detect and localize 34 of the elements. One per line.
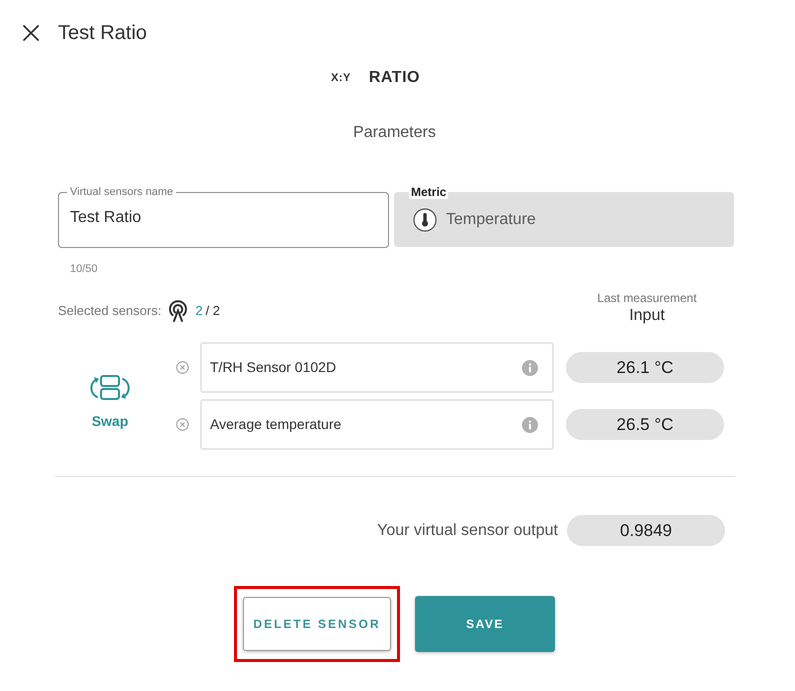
info-icon[interactable]	[522, 360, 538, 376]
field-label: Virtual sensors name	[69, 185, 174, 199]
field-label: Metric	[409, 185, 448, 199]
total-count: / 2	[206, 302, 220, 320]
column-title: Input	[629, 306, 665, 326]
sensor-type-label: RATIO	[368, 68, 420, 88]
sensor-name: Average temperature	[210, 415, 342, 434]
close-icon[interactable]	[23, 25, 39, 41]
ratio-icon: X:Y	[331, 70, 351, 86]
delete-button[interactable]: DELETE SENSOR	[243, 597, 391, 651]
name-input-field[interactable]: Virtual sensors name Test Ratio	[58, 185, 389, 248]
field-value: Temperature	[446, 210, 536, 230]
info-icon[interactable]	[522, 416, 538, 432]
dialog-title: Test Ratio	[58, 21, 147, 46]
remove-icon[interactable]	[176, 418, 189, 431]
value-pill: 26.1 °C	[566, 352, 724, 383]
thermometer-icon	[413, 208, 437, 232]
output-label: Your virtual sensor output	[377, 520, 558, 540]
swap-label[interactable]: Swap	[92, 411, 128, 432]
section-title: Parameters	[353, 123, 436, 143]
field-value: Test Ratio	[70, 209, 142, 226]
selected-count: 2	[195, 302, 203, 320]
selected-sensors-label: Selected sensors:	[58, 302, 162, 320]
sensor-field[interactable]: Average temperature	[200, 399, 554, 450]
antenna-icon	[167, 300, 190, 322]
remove-icon[interactable]	[176, 361, 189, 374]
sensor-field[interactable]: T/RH Sensor 0102D	[200, 342, 554, 393]
column-caption: Last measurement	[597, 291, 697, 306]
value-pill: 26.5 °C	[566, 409, 724, 440]
save-button[interactable]: SAVE	[415, 596, 555, 652]
value-pill: 0.9849	[567, 515, 725, 546]
sensor-name: T/RH Sensor 0102D	[210, 358, 338, 377]
swap-icon[interactable]	[89, 374, 131, 402]
character-counter: 10/50	[70, 263, 98, 275]
